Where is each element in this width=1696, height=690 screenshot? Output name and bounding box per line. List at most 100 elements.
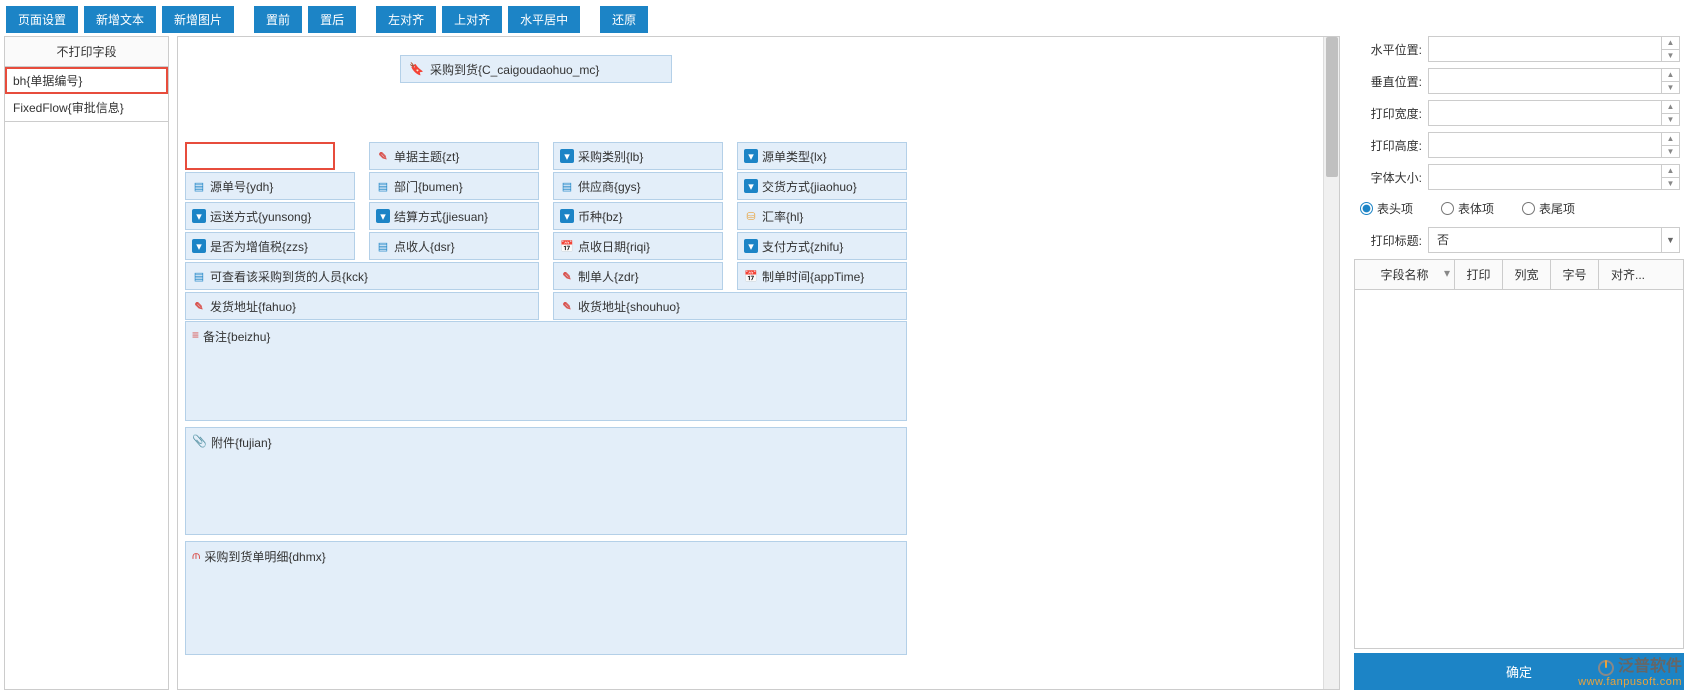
- field-box[interactable]: ▤可查看该采购到货的人员{kck}: [185, 262, 539, 290]
- selected-empty-field[interactable]: [185, 142, 335, 170]
- spin-down-icon[interactable]: ▼: [1662, 146, 1679, 158]
- field-label: 发货地址{fahuo}: [210, 298, 296, 315]
- field-box[interactable]: ▾支付方式{zhifu}: [737, 232, 907, 260]
- print-height-input[interactable]: ▲▼: [1428, 132, 1680, 158]
- h-pos-input[interactable]: ▲▼: [1428, 36, 1680, 62]
- canvas[interactable]: 🔖 采购到货{C_caigoudaohuo_mc} ✎ 单据主题{zt} ▾ 采购类别…: [178, 37, 1339, 689]
- radio-tail[interactable]: 表尾项: [1522, 200, 1575, 217]
- drop-icon: ▾: [744, 239, 758, 253]
- grid-col-header[interactable]: 打印: [1455, 260, 1503, 289]
- sidebar-item[interactable]: FixedFlow{审批信息}: [5, 94, 168, 122]
- field-box[interactable]: ▤供应商{gys}: [553, 172, 723, 200]
- radio-body[interactable]: 表体项: [1441, 200, 1494, 217]
- title-field[interactable]: 🔖 采购到货{C_caigoudaohuo_mc}: [400, 55, 672, 83]
- big-field-box[interactable]: ≡备注{beizhu}: [185, 321, 907, 421]
- drop-icon: ▾: [376, 209, 390, 223]
- field-box[interactable]: ▤ 源单号{ydh}: [185, 172, 355, 200]
- scrollbar[interactable]: [1323, 37, 1339, 689]
- align-left-button[interactable]: 左对齐: [376, 6, 436, 33]
- money-icon: ⛁: [744, 209, 758, 223]
- field-box[interactable]: ✎ 单据主题{zt}: [369, 142, 539, 170]
- grid-col-header[interactable]: 列宽: [1503, 260, 1551, 289]
- big-field-box[interactable]: 📎附件{fujian}: [185, 427, 907, 535]
- v-pos-input[interactable]: ▲▼: [1428, 68, 1680, 94]
- send-back-button[interactable]: 置后: [308, 6, 356, 33]
- spin-up-icon[interactable]: ▲: [1662, 165, 1679, 178]
- add-text-button[interactable]: 新增文本: [84, 6, 156, 33]
- radio-head[interactable]: 表头项: [1360, 200, 1413, 217]
- add-image-button[interactable]: 新增图片: [162, 6, 234, 33]
- font-size-label: 字体大小:: [1358, 169, 1428, 186]
- field-box[interactable]: ✎ 发货地址{fahuo}: [185, 292, 539, 320]
- spin-up-icon[interactable]: ▲: [1662, 69, 1679, 82]
- chevron-down-icon[interactable]: ▾: [1444, 266, 1450, 280]
- notes-icon: ≡: [192, 328, 199, 414]
- field-label: 源单类型{lx}: [762, 148, 827, 165]
- align-top-button[interactable]: 上对齐: [442, 6, 502, 33]
- field-box[interactable]: ▾ 采购类别{lb}: [553, 142, 723, 170]
- sidebar-item[interactable]: bh{单据编号}: [5, 67, 168, 94]
- edit-icon: ✎: [192, 299, 206, 313]
- grid-col-header[interactable]: 字段名称▾: [1355, 260, 1455, 289]
- main-area: 不打印字段 bh{单据编号}FixedFlow{审批信息} 🔖 采购到货{C_c…: [4, 36, 1684, 690]
- field-label: 运送方式{yunsong}: [210, 208, 311, 225]
- edit-icon: ✎: [560, 299, 574, 313]
- chevron-down-icon[interactable]: ▼: [1661, 228, 1679, 252]
- drop-icon: ▾: [560, 149, 574, 163]
- field-label: 点收人{dsr}: [394, 238, 455, 255]
- edit-icon: ✎: [376, 149, 390, 163]
- field-box[interactable]: ▾结算方式{jiesuan}: [369, 202, 539, 230]
- field-box[interactable]: ▤部门{bumen}: [369, 172, 539, 200]
- spin-down-icon[interactable]: ▼: [1662, 82, 1679, 94]
- field-box[interactable]: ▤点收人{dsr}: [369, 232, 539, 260]
- spin-down-icon[interactable]: ▼: [1662, 50, 1679, 62]
- field-label: 制单时间{appTime}: [762, 268, 864, 285]
- print-width-input[interactable]: ▲▼: [1428, 100, 1680, 126]
- field-label: 部门{bumen}: [394, 178, 463, 195]
- grid-col-header[interactable]: 字号: [1551, 260, 1599, 289]
- grid-col-header[interactable]: 对齐...: [1599, 260, 1657, 289]
- list-icon: ⫙: [192, 548, 200, 648]
- field-label: 交货方式{jiaohuo}: [762, 178, 857, 195]
- brand-url: www.fanpusoft.com: [1578, 676, 1682, 688]
- field-box[interactable]: ▾是否为增值税{zzs}: [185, 232, 355, 260]
- field-box[interactable]: ▾交货方式{jiaohuo}: [737, 172, 907, 200]
- field-label: 单据主题{zt}: [394, 148, 459, 165]
- brand-name: 泛普软件: [1618, 658, 1682, 675]
- field-box[interactable]: ✎收货地址{shouhuo}: [553, 292, 907, 320]
- page-setup-button[interactable]: 页面设置: [6, 6, 78, 33]
- left-panel: 不打印字段 bh{单据编号}FixedFlow{审批信息}: [4, 36, 169, 690]
- field-box[interactable]: ▾源单类型{lx}: [737, 142, 907, 170]
- big-field-box[interactable]: ⫙采购到货单明细{dhmx}: [185, 541, 907, 655]
- tag-icon: 🔖: [409, 62, 424, 76]
- drop-icon: ▾: [560, 209, 574, 223]
- field-box[interactable]: ✎制单人{zdr}: [553, 262, 723, 290]
- book-icon: ▤: [192, 179, 206, 193]
- field-label: 采购类别{lb}: [578, 148, 643, 165]
- h-center-button[interactable]: 水平居中: [508, 6, 580, 33]
- field-label: 币种{bz}: [578, 208, 623, 225]
- restore-button[interactable]: 还原: [600, 6, 648, 33]
- logo-icon: [1598, 660, 1614, 676]
- field-label: 源单号{ydh}: [210, 178, 273, 195]
- field-box[interactable]: 📅点收日期{riqi}: [553, 232, 723, 260]
- spin-down-icon[interactable]: ▼: [1662, 178, 1679, 190]
- scrollbar-thumb[interactable]: [1326, 37, 1338, 177]
- footer-logo: 泛普软件 www.fanpusoft.com: [1578, 652, 1682, 688]
- section-radio-group: 表头项 表体项 表尾项: [1354, 196, 1684, 221]
- spin-up-icon[interactable]: ▲: [1662, 133, 1679, 146]
- field-box[interactable]: 📅制单时间{appTime}: [737, 262, 907, 290]
- h-pos-label: 水平位置:: [1358, 41, 1428, 58]
- print-title-combo[interactable]: 否 ▼: [1428, 227, 1680, 253]
- spin-up-icon[interactable]: ▲: [1662, 101, 1679, 114]
- spin-down-icon[interactable]: ▼: [1662, 114, 1679, 126]
- spin-up-icon[interactable]: ▲: [1662, 37, 1679, 50]
- grid-header: 字段名称▾打印列宽字号对齐...: [1354, 259, 1684, 290]
- field-box[interactable]: ▾ 币种{bz}: [553, 202, 723, 230]
- field-box[interactable]: ⛁汇率{hl}: [737, 202, 907, 230]
- drop-icon: ▾: [192, 209, 206, 223]
- font-size-input[interactable]: ▲▼: [1428, 164, 1680, 190]
- grid-body[interactable]: [1354, 290, 1684, 649]
- bring-front-button[interactable]: 置前: [254, 6, 302, 33]
- field-box[interactable]: ▾ 运送方式{yunsong}: [185, 202, 355, 230]
